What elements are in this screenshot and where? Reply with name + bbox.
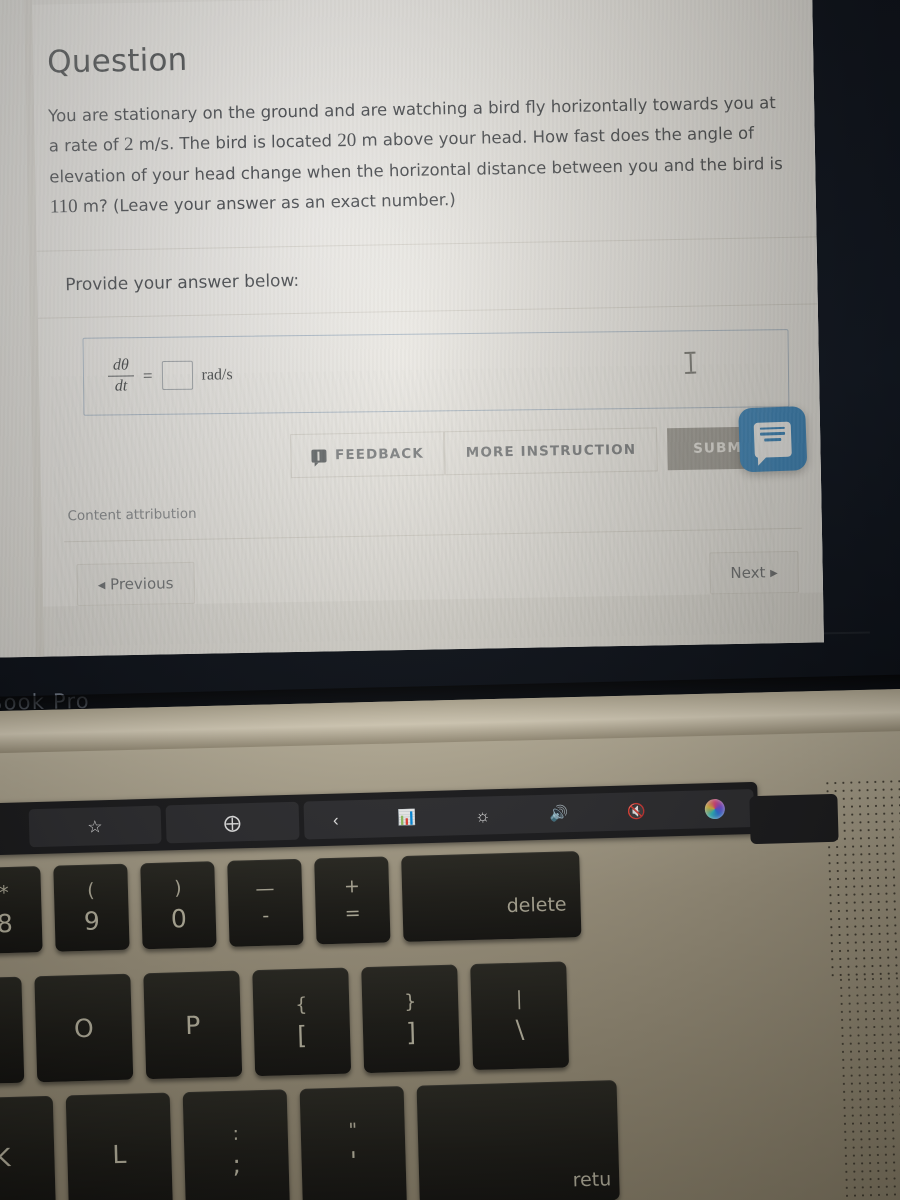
key-bracket-right-upper: } xyxy=(403,990,417,1013)
key-8-upper: * xyxy=(0,881,10,905)
key-8-lower: 8 xyxy=(0,908,14,939)
key-9-lower: 9 xyxy=(83,906,101,936)
key-0-lower: 0 xyxy=(170,904,188,934)
key-equals-lower: = xyxy=(344,902,361,925)
key-backslash-lower: \ xyxy=(515,1014,525,1044)
key-bracket-right[interactable]: } ] xyxy=(361,964,461,1074)
feedback-button-label: FEEDBACK xyxy=(334,445,424,464)
answer-expression: dθ dt = rad/s xyxy=(107,356,233,396)
touchbar-esc-key[interactable] xyxy=(0,809,24,849)
question-part-1: 2 xyxy=(123,134,134,156)
plus-circle-icon: ⨁ xyxy=(223,812,242,833)
question-part-2: m/s. The bird is located xyxy=(133,131,338,155)
star-icon: ☆ xyxy=(87,816,103,837)
key-equals[interactable]: + = xyxy=(314,856,391,945)
photo-scene: Question You are stationary on the groun… xyxy=(0,0,900,1200)
next-button[interactable]: Next ▸ xyxy=(709,550,800,595)
key-p-label: P xyxy=(184,1010,201,1040)
equals-sign: = xyxy=(142,365,153,386)
key-return[interactable]: retu xyxy=(416,1080,620,1200)
previous-button[interactable]: ◂ Previous xyxy=(76,561,195,607)
brightness-icon[interactable]: ☼ xyxy=(475,806,491,825)
answer-units: rad/s xyxy=(201,365,233,384)
chat-bubble-icon xyxy=(753,421,792,458)
control-strip-icon[interactable]: 📊 xyxy=(397,809,416,827)
derivative-fraction: dθ dt xyxy=(107,356,134,396)
key-k-label: K xyxy=(0,1142,11,1172)
more-instruction-button[interactable]: MORE INSTRUCTION xyxy=(444,427,658,476)
key-0-upper: ) xyxy=(173,877,182,900)
key-0[interactable]: ) 0 xyxy=(140,861,217,950)
key-p[interactable]: P xyxy=(143,970,243,1080)
touchbar-control-strip[interactable]: ‹ 📊 ☼ 🔊 🔇 xyxy=(303,788,755,840)
fraction-numerator: dθ xyxy=(112,356,129,374)
key-9[interactable]: ( 9 xyxy=(53,863,130,952)
key-return-label: retu xyxy=(572,1168,612,1192)
chat-widget-button[interactable] xyxy=(738,406,808,473)
keyboard-row-home: K L : ; " ' retu xyxy=(0,1080,620,1200)
key-minus-lower: - xyxy=(262,904,270,927)
key-quote-upper: " xyxy=(348,1119,358,1142)
feedback-bubble-icon xyxy=(310,449,327,463)
pagination-row: ◂ Previous Next ▸ xyxy=(42,528,824,607)
key-l-label: L xyxy=(111,1139,127,1169)
question-part-5: 110 xyxy=(49,196,78,218)
answer-area: dθ dt = rad/s xyxy=(38,304,824,436)
key-equals-upper: + xyxy=(343,875,361,898)
keyboard: * 8 ( 9 ) 0 — - + = delete O P {[}] |… xyxy=(0,840,900,1200)
key-o[interactable]: O xyxy=(34,973,134,1083)
touchbar-favorites-key[interactable]: ☆ xyxy=(28,805,162,848)
laptop-screen: Question You are stationary on the groun… xyxy=(0,0,824,658)
key-backslash[interactable]: | \ xyxy=(470,961,570,1071)
keyboard-row-numbers: * 8 ( 9 ) 0 — - + = delete xyxy=(0,851,582,956)
more-instruction-label: MORE INSTRUCTION xyxy=(465,441,637,461)
question-part-6: m? (Leave your answer as an exact number… xyxy=(77,190,456,217)
key-quote-lower: ' xyxy=(349,1146,358,1176)
key-bracket-left-upper: { xyxy=(294,993,308,1017)
key-i[interactable]: I xyxy=(0,976,25,1086)
chevron-left-icon[interactable]: ‹ xyxy=(333,810,339,829)
key-minus-upper: — xyxy=(255,877,275,901)
touchbar-new-tab-key[interactable]: ⨁ xyxy=(165,801,300,844)
question-part-4: m above your head. How fast does the ang… xyxy=(49,123,783,187)
key-quote[interactable]: " ' xyxy=(299,1086,407,1200)
answer-box[interactable]: dθ dt = rad/s xyxy=(82,329,790,416)
key-bracket-left-lower: [ xyxy=(296,1020,308,1050)
feedback-button[interactable]: FEEDBACK xyxy=(289,431,446,479)
question-text: You are stationary on the ground and are… xyxy=(34,66,821,250)
key-bracket-right-lower: ] xyxy=(405,1017,417,1047)
key-semicolon-upper: : xyxy=(232,1122,240,1145)
answer-input[interactable] xyxy=(161,360,193,391)
key-o-label: O xyxy=(73,1013,95,1043)
key-8[interactable]: * 8 xyxy=(0,866,43,955)
volume-mute-icon[interactable]: 🔇 xyxy=(627,802,646,820)
key-k[interactable]: K xyxy=(0,1095,57,1200)
i-beam-cursor xyxy=(684,351,697,374)
web-page: Question You are stationary on the groun… xyxy=(0,0,824,658)
question-card: Question You are stationary on the groun… xyxy=(32,0,824,607)
key-semicolon[interactable]: : ; xyxy=(182,1089,290,1200)
key-delete[interactable]: delete xyxy=(401,851,582,942)
keyboard-row-qwerty: I O P { [ } ] | \ xyxy=(0,961,570,1087)
key-minus[interactable]: — - xyxy=(227,858,304,947)
question-part-3: 20 xyxy=(337,130,357,152)
volume-up-icon[interactable]: 🔊 xyxy=(549,805,568,823)
key-semicolon-lower: ; xyxy=(232,1149,242,1179)
key-9-upper: ( xyxy=(86,879,95,902)
key-backslash-upper: | xyxy=(515,987,523,1010)
fraction-denominator: dt xyxy=(114,377,128,396)
content-attribution-label: Content attribution xyxy=(67,505,197,522)
key-bracket-left[interactable]: { [ xyxy=(252,967,352,1077)
key-l[interactable]: L xyxy=(65,1092,173,1200)
siri-icon[interactable] xyxy=(704,798,725,820)
key-delete-label: delete xyxy=(506,893,567,918)
touchbar-power-key[interactable] xyxy=(749,793,839,845)
